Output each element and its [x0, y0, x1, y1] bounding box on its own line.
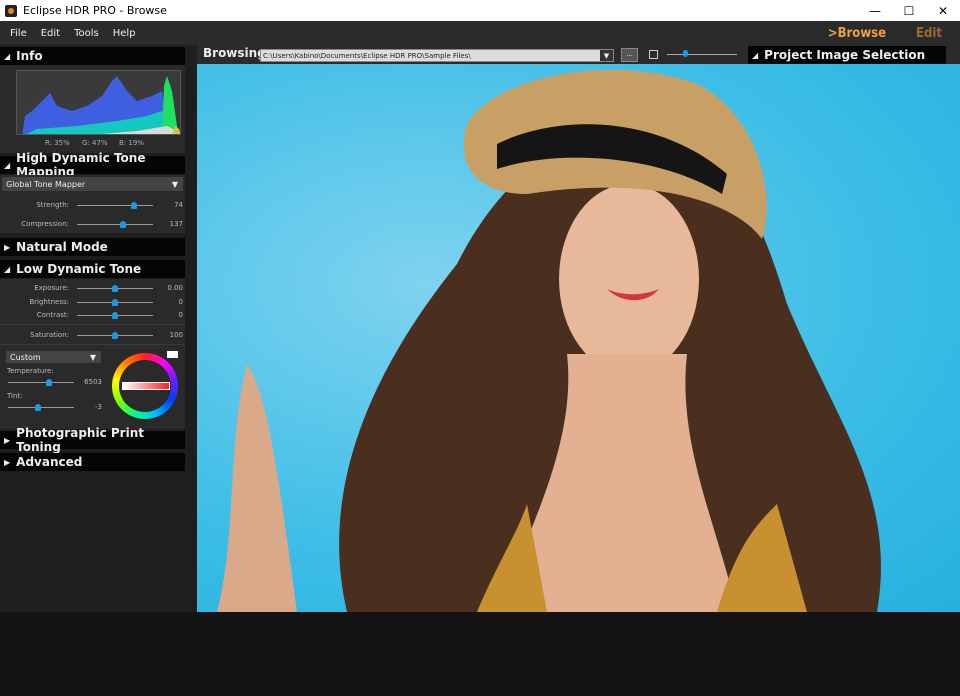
slider-label: Contrast:: [36, 311, 69, 319]
slider-thumb[interactable]: [112, 299, 118, 306]
app-icon: [5, 4, 17, 17]
browse-mode-button[interactable]: >Browse: [828, 26, 886, 41]
preview-image: [197, 64, 960, 612]
slider-value: 0: [178, 298, 183, 306]
saturation-slider[interactable]: Saturation: 100: [0, 329, 185, 341]
slider-value: -3: [95, 403, 102, 411]
expand-icon: ▶: [4, 457, 11, 467]
section-title: Project Image Selection: [764, 48, 926, 62]
slider-label: Saturation:: [30, 331, 69, 339]
menu-file[interactable]: File: [10, 28, 27, 39]
collapse-icon: ◢: [752, 50, 759, 60]
white-balance-preset-dropdown[interactable]: Custom ▼: [6, 351, 101, 363]
chevron-down-icon[interactable]: ▼: [600, 50, 613, 61]
red-percent: R: 35%: [45, 139, 70, 147]
blue-percent: B: 19%: [119, 139, 144, 147]
path-input[interactable]: C:\Users\Kabino\Documents\Eclipse HDR PR…: [260, 49, 614, 62]
temperature-label: Temperature:: [7, 367, 54, 375]
section-title: Natural Mode: [16, 240, 108, 254]
tone-mapper-dropdown[interactable]: Global Tone Mapper ▼: [2, 177, 183, 191]
section-ldt-header[interactable]: ◢ Low Dynamic Tone: [0, 260, 185, 278]
zoom-slider-thumb[interactable]: [682, 50, 688, 57]
section-hdtm-header[interactable]: ◢ High Dynamic Tone Mapping: [0, 151, 185, 179]
white-swatch[interactable]: [167, 351, 178, 358]
slider-thumb[interactable]: [119, 221, 126, 228]
menu-tools[interactable]: Tools: [74, 28, 99, 39]
minimize-button[interactable]: —: [858, 0, 892, 21]
strength-slider[interactable]: Strength: 74: [0, 199, 185, 211]
section-info-header[interactable]: ◢ Info: [0, 47, 185, 65]
section-natural-header[interactable]: ▶ Natural Mode: [0, 238, 185, 256]
green-percent: G: 47%: [82, 139, 108, 147]
slider-label: Compression:: [21, 220, 69, 228]
tint-label: Tint:: [7, 392, 23, 400]
path-value: C:\Users\Kabino\Documents\Eclipse HDR PR…: [263, 52, 471, 60]
slider-value: 137: [169, 220, 183, 228]
title-bar: Eclipse HDR PRO - Browse — ☐ ✕: [0, 0, 960, 21]
slider-thumb[interactable]: [112, 312, 118, 319]
menu-bar: File Edit Tools Help: [0, 21, 960, 45]
slider-thumb[interactable]: [34, 404, 41, 411]
dropdown-value: Global Tone Mapper: [6, 179, 86, 189]
collapse-icon: ◢: [4, 264, 11, 274]
maximize-button[interactable]: ☐: [892, 0, 926, 21]
slider-label: Brightness:: [29, 298, 69, 306]
fit-to-window-icon[interactable]: [649, 50, 658, 59]
left-panel: ◢ Info R: 35% G: 47% B: 19% ◢ High Dynamic…: [0, 45, 197, 612]
collapse-icon: ◢: [4, 51, 11, 61]
zoom-slider[interactable]: [667, 54, 737, 55]
slider-thumb[interactable]: [45, 379, 52, 386]
contrast-slider[interactable]: Contrast: 0: [0, 309, 185, 321]
collapse-icon: ◢: [4, 160, 11, 170]
expand-icon: ▶: [4, 435, 11, 445]
menu-edit[interactable]: Edit: [41, 28, 60, 39]
edit-mode-button[interactable]: Edit: [916, 26, 942, 41]
slider-value: 100: [169, 331, 183, 339]
slider-value: 74: [174, 201, 183, 209]
project-image-selection-header[interactable]: ◢ Project Image Selection: [748, 46, 946, 64]
slider-label: Exposure:: [34, 284, 69, 292]
chevron-down-icon: ▼: [89, 352, 96, 362]
slider-value: 0.00: [167, 284, 183, 292]
section-advanced-header[interactable]: ▶ Advanced: [0, 453, 185, 471]
browse-folder-button[interactable]: ...: [621, 48, 638, 62]
slider-thumb[interactable]: [112, 285, 118, 292]
exposure-slider[interactable]: Exposure: 0.00: [0, 282, 185, 294]
window-title: Eclipse HDR PRO - Browse: [23, 4, 167, 17]
section-title: Photographic Print Toning: [16, 426, 144, 454]
histogram: [16, 70, 181, 135]
close-button[interactable]: ✕: [926, 0, 960, 21]
slider-thumb[interactable]: [131, 202, 137, 209]
chevron-down-icon: ▼: [171, 179, 178, 189]
slider-value: 0: [178, 311, 183, 319]
section-title: Advanced: [16, 455, 83, 469]
slider-label: Strength:: [36, 201, 69, 209]
dropdown-value: Custom: [10, 352, 41, 362]
color-wheel[interactable]: [112, 353, 178, 419]
menu-help[interactable]: Help: [113, 28, 136, 39]
slider-thumb[interactable]: [112, 332, 118, 339]
section-print-toning-header[interactable]: ▶ Photographic Print Toning: [0, 426, 185, 454]
compression-slider[interactable]: Compression: 137: [0, 218, 185, 230]
expand-icon: ▶: [4, 242, 11, 252]
brightness-slider[interactable]: Brightness: 0: [0, 296, 185, 308]
section-title: Info: [16, 49, 43, 63]
slider-value: 6503: [84, 378, 102, 386]
section-title: Low Dynamic Tone: [16, 262, 142, 276]
